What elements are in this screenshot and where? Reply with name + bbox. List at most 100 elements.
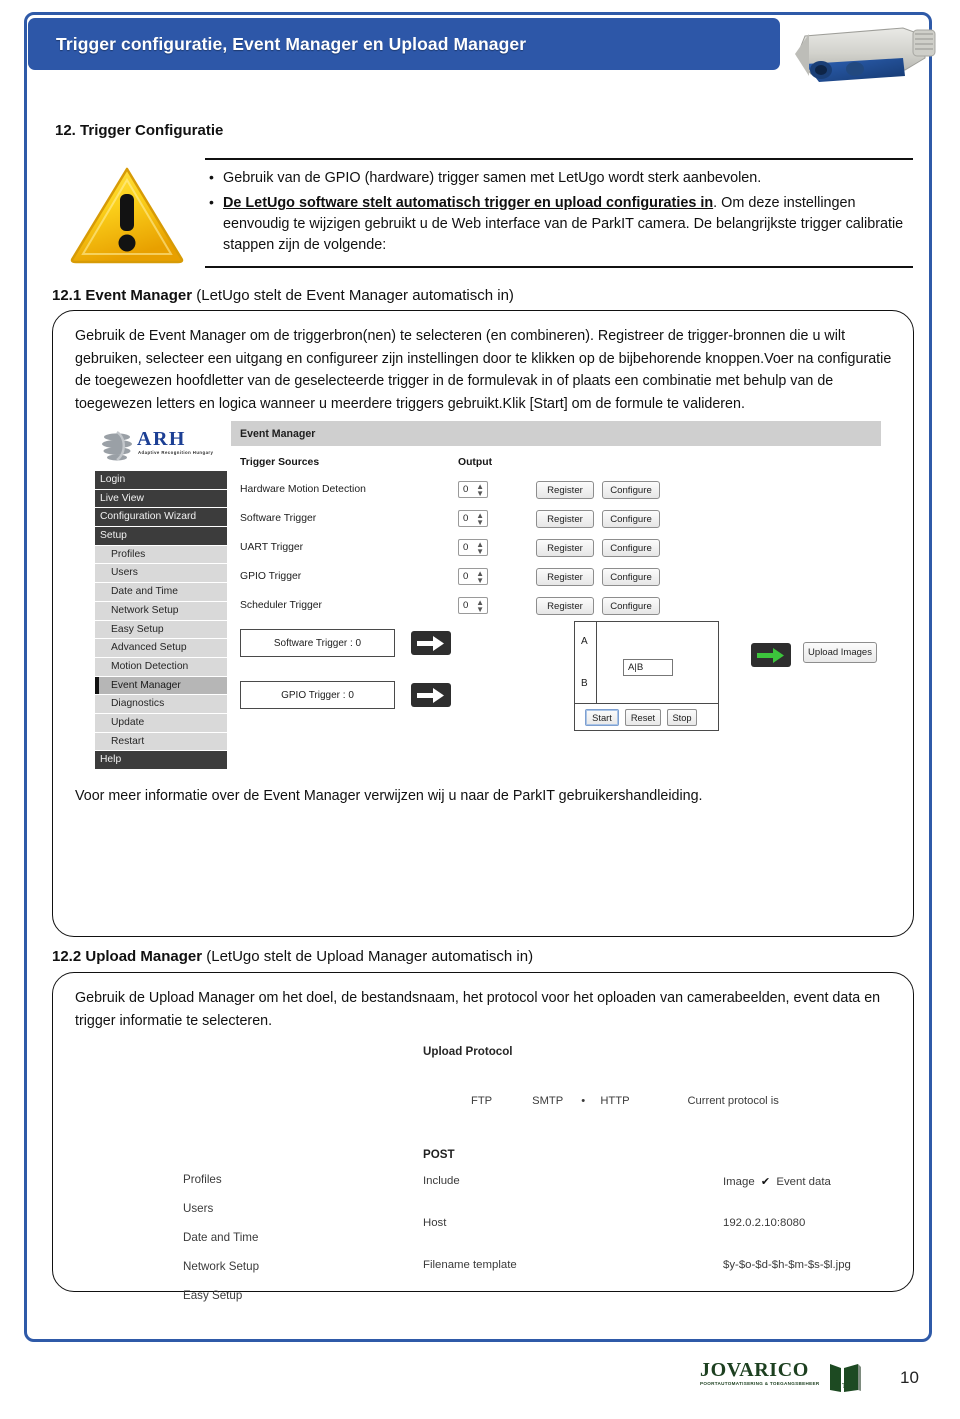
formula-source-a-box[interactable]: Software Trigger : 0: [240, 629, 395, 657]
formula-button-row: Start Reset Stop: [575, 703, 718, 730]
output-stepper[interactable]: 0 ▲ ▼: [458, 481, 488, 498]
section-12-heading: 12. Trigger Configuratie: [55, 122, 224, 139]
configure-button[interactable]: Configure: [602, 597, 660, 615]
gate-door-icon: T: [828, 1362, 862, 1394]
um-sidebar-item-date-and-time[interactable]: Date and Time: [183, 1223, 313, 1252]
trigger-row: UART Trigger 0 ▲ ▼ Register Configure: [240, 539, 880, 561]
reset-button[interactable]: Reset: [625, 709, 661, 726]
include-event-data-option[interactable]: Event data: [776, 1176, 830, 1188]
section-12-2-box: Gebruik de Upload Manager om het doel, d…: [52, 972, 914, 1302]
um-sidebar-item-network-setup[interactable]: Network Setup: [183, 1252, 313, 1281]
trigger-row: Hardware Motion Detection 0 ▲ ▼ Register Conf…: [240, 481, 880, 503]
formula-letter-a: A: [581, 636, 588, 647]
em-sidebar-item-label: Update: [111, 716, 145, 728]
stepper-updown-icon[interactable]: ▲ ▼: [476, 483, 484, 498]
trigger-row-name: Software Trigger: [240, 513, 317, 524]
em-sidebar-item-label: Live View: [100, 492, 144, 504]
start-button[interactable]: Start: [585, 709, 619, 726]
em-sidebar-item-label: Motion Detection: [111, 660, 189, 672]
em-sidebar-item-setup[interactable]: Setup: [95, 527, 227, 546]
formula-input[interactable]: A|B: [623, 659, 673, 676]
protocol-option-smtp[interactable]: SMTP: [532, 1095, 578, 1107]
configure-button[interactable]: Configure: [602, 539, 660, 557]
page-number: 10: [900, 1368, 919, 1387]
um-sidebar-item-users[interactable]: Users: [183, 1194, 313, 1223]
formula-source-b-box[interactable]: GPIO Trigger : 0: [240, 681, 395, 709]
formula-letter-b: B: [581, 678, 588, 689]
section-12-1-title: Event Manager: [85, 287, 193, 304]
formula-logic-panel: A B A|B Start Reset Stop: [574, 621, 719, 731]
warning-bullet-1-text: Gebruik van de GPIO (hardware) trigger s…: [223, 170, 762, 186]
configure-button[interactable]: Configure: [602, 568, 660, 586]
em-sidebar-item-easy-setup[interactable]: Easy Setup: [95, 620, 227, 640]
register-button[interactable]: Register: [536, 481, 594, 499]
em-sidebar-item-configuration-wizard[interactable]: Configuration Wizard: [95, 508, 227, 528]
upload-field-include-label: Include: [423, 1175, 460, 1187]
current-protocol-label: Current protocol is: [687, 1095, 779, 1107]
em-sidebar-item-users[interactable]: Users: [95, 564, 227, 584]
em-sidebar-item-label: Login: [100, 474, 126, 485]
em-sidebar-item-login[interactable]: Login: [95, 471, 227, 490]
em-sidebar-item-label: Restart: [111, 735, 145, 747]
upload-images-button[interactable]: Upload Images: [803, 642, 877, 663]
stepper-updown-icon[interactable]: ▲ ▼: [476, 570, 484, 585]
upload-field-host-label: Host: [423, 1217, 447, 1229]
output-stepper[interactable]: 0 ▲ ▼: [458, 539, 488, 556]
em-sidebar-item-live-view[interactable]: Live View: [95, 489, 227, 509]
output-stepper-value: 0: [463, 513, 469, 524]
section-12-1-number: 12.1: [52, 287, 82, 304]
formula-source-a-label: Software Trigger : 0: [273, 637, 362, 649]
register-button[interactable]: Register: [536, 568, 594, 586]
output-stepper[interactable]: 0 ▲ ▼: [458, 510, 488, 527]
section-12-1-heading: 12.1 Event Manager (LetUgo stelt de Even…: [52, 287, 514, 304]
stepper-updown-icon[interactable]: ▲ ▼: [476, 541, 484, 556]
protocol-option-http[interactable]: HTTP: [600, 1095, 684, 1107]
output-stepper-value: 0: [463, 600, 469, 611]
configure-button[interactable]: Configure: [602, 510, 660, 528]
em-sidebar-item-advanced-setup[interactable]: Advanced Setup: [95, 639, 227, 658]
em-sidebar-item-event-manager[interactable]: Event Manager: [95, 676, 227, 696]
upload-protocol-options[interactable]: FTP SMTP • HTTP Current protocol is: [471, 1095, 871, 1107]
event-manager-main-panel: Event Manager Trigger Sources Output Har…: [231, 421, 881, 771]
register-button[interactable]: Register: [536, 510, 594, 528]
configure-button[interactable]: Configure: [602, 481, 660, 499]
warning-bullet-2: De LetUgo software stelt automatisch tri…: [209, 192, 913, 256]
output-stepper-value: 0: [463, 542, 469, 553]
output-stepper-value: 0: [463, 484, 469, 495]
upload-field-filename-value[interactable]: $y-$o-$d-$h-$m-$s-$l.jpg: [723, 1259, 851, 1271]
upload-manager-sidebar[interactable]: Profiles Users Date and Time Network Setup E…: [183, 1165, 313, 1310]
register-button[interactable]: Register: [536, 539, 594, 557]
arrow-right-icon-a: [411, 631, 451, 655]
em-sidebar-item-diagnostics[interactable]: Diagnostics: [95, 695, 227, 714]
em-sidebar-item-label: Event Manager: [111, 679, 181, 691]
em-sidebar-item-label: Date and Time: [111, 586, 178, 598]
section-12-1-footnote: Voor meer informatie over de Event Manag…: [75, 788, 703, 804]
event-manager-sidebar: ARH Adaptive Recognition Hungary Login Li…: [91, 421, 231, 771]
trigger-row-name: Scheduler Trigger: [240, 600, 323, 611]
output-stepper[interactable]: 0 ▲ ▼: [458, 597, 488, 614]
event-manager-nav-list[interactable]: Login Live View Configuration Wizard Setup P…: [95, 471, 227, 770]
um-sidebar-item-profiles[interactable]: Profiles: [183, 1165, 313, 1194]
page-footer: JOVARICO POORTAUTOMATISERING & TOEGANGSB…: [0, 1352, 960, 1416]
em-sidebar-item-label: Easy Setup: [111, 623, 164, 635]
em-sidebar-item-network-setup[interactable]: Network Setup: [95, 601, 227, 621]
output-stepper[interactable]: 0 ▲ ▼: [458, 568, 488, 585]
em-sidebar-item-motion-detection[interactable]: Motion Detection: [95, 657, 227, 677]
em-sidebar-item-profiles[interactable]: Profiles: [95, 545, 227, 565]
em-sidebar-item-date-and-time[interactable]: Date and Time: [95, 583, 227, 602]
section-12-2-paragraph: Gebruik de Upload Manager om het doel, d…: [75, 990, 881, 1029]
include-image-option[interactable]: Image: [723, 1176, 755, 1188]
warning-bullet-2-emphasis: De LetUgo software stelt automatisch tri…: [223, 195, 714, 211]
stepper-updown-icon[interactable]: ▲ ▼: [476, 599, 484, 614]
em-sidebar-item-update[interactable]: Update: [95, 713, 227, 733]
protocol-option-ftp[interactable]: FTP: [471, 1095, 529, 1107]
trigger-row: GPIO Trigger 0 ▲ ▼ Register Configure: [240, 568, 880, 590]
upload-field-include-value[interactable]: Image ✔ Event data: [723, 1175, 831, 1188]
upload-field-host-value[interactable]: 192.0.2.10:8080: [723, 1217, 805, 1229]
register-button[interactable]: Register: [536, 597, 594, 615]
um-sidebar-item-easy-setup[interactable]: Easy Setup: [183, 1281, 313, 1310]
em-sidebar-item-help[interactable]: Help: [95, 751, 227, 770]
stop-button[interactable]: Stop: [667, 709, 697, 726]
em-sidebar-item-restart[interactable]: Restart: [95, 732, 227, 752]
stepper-updown-icon[interactable]: ▲ ▼: [476, 512, 484, 527]
